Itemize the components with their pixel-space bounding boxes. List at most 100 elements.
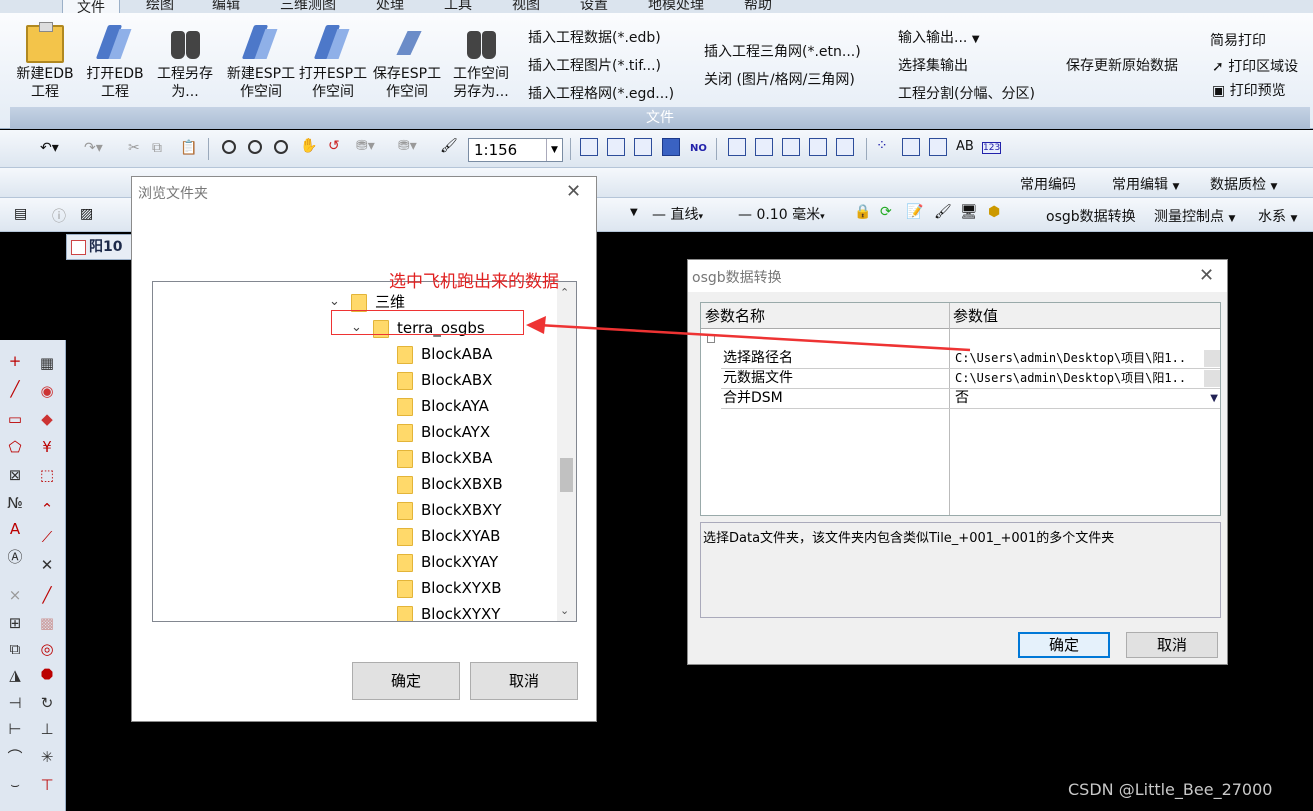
print-area-button[interactable]: ➚ 打印区域设 <box>1212 56 1298 76</box>
param-row-merge-dsm[interactable]: 合并DSM 否 ▼ <box>721 389 1220 409</box>
quality-check-menu[interactable]: 数据质检 ▼ <box>1210 174 1277 194</box>
tab-view[interactable]: 视图 <box>512 0 540 13</box>
calc-tool-icon[interactable]: ▦ <box>38 354 56 372</box>
brush-icon[interactable]: 🖌 <box>440 138 458 154</box>
brush-icon[interactable]: 🖌 <box>934 204 952 220</box>
hatch-tool-icon[interactable]: ▩ <box>38 614 56 632</box>
save-esp-button[interactable]: 保存ESP工 作空间 <box>372 21 442 113</box>
pan-hand-icon[interactable]: ✋ <box>300 138 317 154</box>
no-label-icon[interactable]: NO <box>690 143 707 154</box>
layer-color-icon[interactable]: ▤ <box>14 206 27 222</box>
undo-icon[interactable]: ↶▾ <box>40 140 59 156</box>
refresh-icon[interactable]: ↺ <box>328 138 340 154</box>
save-workspace-as-button[interactable]: 工作空间 另存为... <box>446 21 516 113</box>
rect-tool-icon[interactable]: ▭ <box>6 410 24 428</box>
refresh-icon[interactable]: ⟳ <box>880 204 892 220</box>
slope-tool-icon[interactable]: ╱ <box>38 586 56 604</box>
tree-item[interactable]: BlockXBXB <box>397 472 503 496</box>
insert-image-button[interactable]: 插入工程图片(*.tif...) <box>528 55 661 75</box>
map-icon[interactable] <box>836 138 854 156</box>
common-edit-menu[interactable]: 常用编辑 ▼ <box>1112 174 1179 194</box>
close-tin-button[interactable]: 关闭 (图片/格网/三角网) <box>704 69 855 89</box>
number-tool-icon[interactable]: № <box>6 494 24 512</box>
circle-tool-icon[interactable]: ◎ <box>38 640 56 658</box>
ab-label-icon[interactable]: AB <box>956 139 974 154</box>
tree-item[interactable]: BlockAYX <box>397 420 490 444</box>
tab-draw[interactable]: 绘图 <box>146 0 174 13</box>
note-icon[interactable]: 📝 <box>906 204 923 220</box>
close-icon[interactable]: ✕ <box>1199 265 1214 286</box>
chevron-down-icon[interactable]: ▼ <box>630 207 638 218</box>
cube-icon[interactable]: ⬢ <box>988 204 1000 220</box>
paste-icon[interactable]: 📋 <box>180 140 197 156</box>
layout-icon[interactable] <box>929 138 947 156</box>
tree-item[interactable]: BlockXBA <box>397 446 492 470</box>
polygon-tool-icon[interactable]: ⬠ <box>6 438 24 456</box>
chevron-down-icon[interactable]: ▼ <box>546 139 562 161</box>
tab-edit[interactable]: 编辑 <box>212 0 240 13</box>
branch-tool-icon[interactable]: ⊤ <box>38 776 56 794</box>
measure-tool-icon[interactable]: ⟋ <box>38 528 56 546</box>
curve-tool-icon[interactable]: ⌣ <box>6 776 24 794</box>
map-icon[interactable] <box>728 138 746 156</box>
simple-print-button[interactable]: 简易打印 <box>1210 30 1266 50</box>
survey-point-menu[interactable]: 测量控制点 ▼ <box>1154 206 1235 226</box>
tab-terrain[interactable]: 地模处理 <box>648 0 704 13</box>
line-width-combo[interactable]: — 0.10 毫米▾ <box>738 204 825 224</box>
save-update-button[interactable]: 保存更新原始数据 <box>1066 55 1178 75</box>
perpendicular-tool-icon[interactable]: ⊥ <box>38 720 56 738</box>
new-esp-button[interactable]: 新建ESP工 作空间 <box>226 21 296 113</box>
insert-tin-button[interactable]: 插入工程三角网(*.etn...) <box>704 41 861 61</box>
close-icon[interactable]: ✕ <box>566 181 581 202</box>
delete-tool-icon[interactable]: × <box>6 586 24 604</box>
save-project-as-button[interactable]: 工程另存 为... <box>150 21 220 113</box>
browse-metadata-button[interactable] <box>1204 370 1220 387</box>
selset-output-button[interactable]: 选择集输出 <box>898 55 968 75</box>
insert-edb-button[interactable]: 插入工程数据(*.edb) <box>528 27 661 47</box>
open-edb-button[interactable]: 打开EDB 工程 <box>80 21 150 113</box>
info-icon[interactable]: ⓘ <box>52 206 66 226</box>
group-tool-icon[interactable]: ⊞ <box>6 614 24 632</box>
scale-combo[interactable]: 1:156 ▼ <box>468 138 563 162</box>
scroll-down-icon[interactable]: ⌄ <box>560 604 569 617</box>
grid-icon[interactable] <box>634 138 652 156</box>
tab-file[interactable]: 文件 <box>62 0 120 13</box>
io-button[interactable]: 输入输出... ▼ <box>898 27 980 47</box>
points-icon[interactable]: ⁘ <box>876 138 888 154</box>
osgb-convert-button[interactable]: osgb数据转换 <box>1046 206 1136 226</box>
grid-icon[interactable] <box>607 138 625 156</box>
osgb-cancel-button[interactable]: 取消 <box>1126 632 1218 658</box>
print-preview-button[interactable]: ▣ 打印预览 <box>1212 80 1286 100</box>
image-icon[interactable]: ▨ <box>80 206 93 222</box>
tree-item[interactable]: BlockXYAY <box>397 550 498 574</box>
zoom-window-icon[interactable] <box>274 140 288 154</box>
arc-tool-icon[interactable]: ⌒ <box>6 748 24 766</box>
tab-settings[interactable]: 设置 <box>580 0 608 13</box>
browse-path-button[interactable] <box>1204 350 1220 367</box>
scrollbar-thumb[interactable] <box>560 458 573 492</box>
table-icon[interactable] <box>662 138 680 156</box>
text-box-tool-icon[interactable]: Ⓐ <box>6 548 24 566</box>
insert-grid-button[interactable]: 插入工程格网(*.egd...) <box>528 83 674 103</box>
layer-icon[interactable]: ⛃▾ <box>356 138 375 154</box>
rotate-tool-icon[interactable]: ↻ <box>38 694 56 712</box>
water-menu[interactable]: 水系 ▼ <box>1258 206 1297 226</box>
frame-tool-icon[interactable]: ⊠ <box>6 466 24 484</box>
tree-item[interactable]: BlockXYAB <box>397 524 500 548</box>
line-type-combo[interactable]: — 直线▾ <box>652 204 703 224</box>
scroll-up-icon[interactable]: ⌃ <box>560 286 569 299</box>
map-icon[interactable] <box>809 138 827 156</box>
grid-icon[interactable] <box>580 138 598 156</box>
osgb-ok-button[interactable]: 确定 <box>1018 632 1110 658</box>
dashed-rect-tool-icon[interactable]: ⬚ <box>38 466 56 484</box>
chevron-down-icon[interactable]: ▼ <box>1210 389 1218 408</box>
layer2-icon[interactable]: ⛃▾ <box>398 138 417 154</box>
browse-ok-button[interactable]: 确定 <box>352 662 460 700</box>
globe-tool-icon[interactable]: ◉ <box>38 382 56 400</box>
contour-icon[interactable] <box>902 138 920 156</box>
lock-icon[interactable]: 🔒 <box>854 204 871 220</box>
split-project-button[interactable]: 工程分割(分幅、分区) <box>898 83 1035 103</box>
line-tool-icon[interactable]: ╱ <box>6 380 24 398</box>
star-tool-icon[interactable]: ✳ <box>38 748 56 766</box>
tree-item[interactable]: BlockABX <box>397 368 492 392</box>
